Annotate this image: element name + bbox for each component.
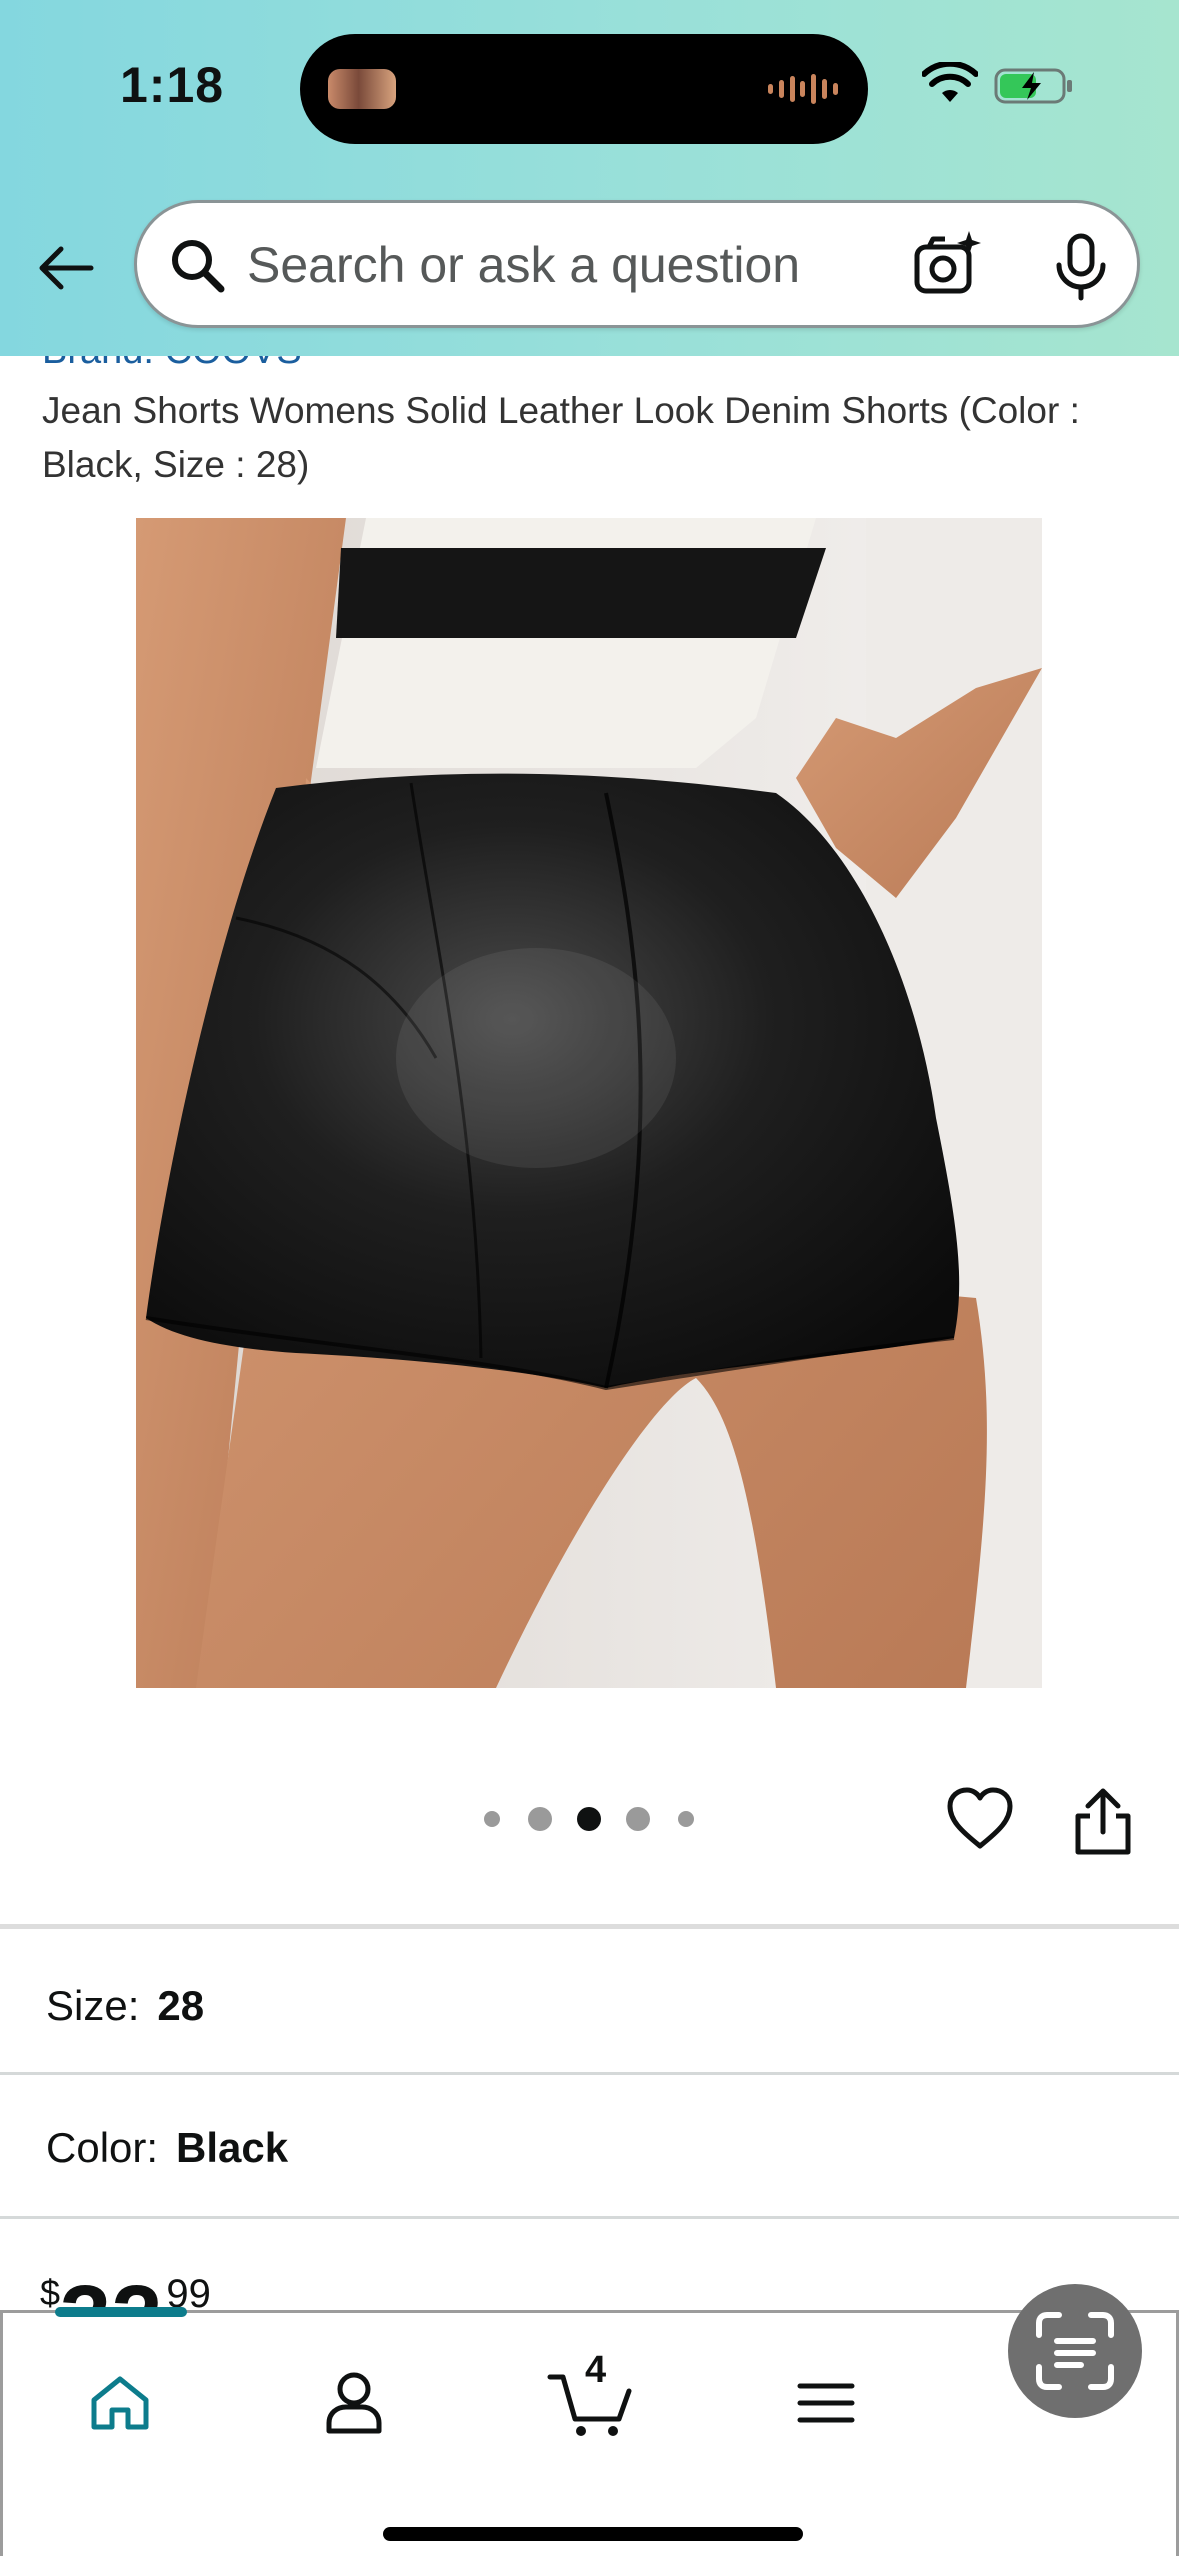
price-whole: 32 (60, 2272, 162, 2312)
nav-cart[interactable]: 4 (537, 2349, 647, 2453)
search-input[interactable] (247, 225, 927, 305)
dynamic-island[interactable] (300, 34, 868, 144)
pagination-dot[interactable] (528, 1807, 552, 1831)
share-icon[interactable] (1070, 1786, 1136, 1856)
camera-search-icon[interactable] (911, 229, 983, 301)
price-currency: $ (40, 2272, 61, 2312)
pagination-dot[interactable] (484, 1811, 500, 1827)
color-label: Color: (46, 2124, 159, 2171)
active-tab-indicator (55, 2307, 187, 2317)
heart-icon[interactable] (944, 1784, 1016, 1856)
search-bar[interactable] (134, 200, 1140, 328)
price-fraction: 99 (166, 2272, 211, 2312)
pagination-dot-active[interactable] (577, 1807, 601, 1831)
top-header: 1:18 (0, 0, 1179, 356)
menu-icon (797, 2383, 855, 2423)
size-selector[interactable]: Size: 28 (0, 1936, 1179, 2076)
price: $3299 (40, 2272, 340, 2312)
home-icon (91, 2376, 149, 2430)
product-photo (136, 518, 1042, 1688)
battery-icon (994, 68, 1072, 104)
microphone-icon[interactable] (1049, 233, 1113, 301)
size-value: 28 (157, 1982, 205, 2029)
bottom-navigation: 4 (0, 2307, 1179, 2556)
lens-scan-button[interactable] (1008, 2284, 1142, 2418)
pagination-dot[interactable] (678, 1811, 694, 1827)
nav-home[interactable] (65, 2353, 175, 2453)
section-divider (0, 1924, 1179, 1929)
pagination-dot[interactable] (626, 1807, 650, 1831)
scan-icon (1036, 2312, 1114, 2390)
row-divider (0, 2072, 1179, 2075)
product-image[interactable] (136, 518, 1042, 1688)
audio-wave-icon (768, 70, 838, 108)
product-page: 1:18 Search or ask a question Jean Short… (0, 0, 1179, 2556)
now-playing-thumbnail (328, 69, 396, 109)
image-pagination[interactable] (484, 1804, 704, 1834)
account-icon (326, 2372, 382, 2434)
color-selector[interactable]: Color: Black (0, 2078, 1179, 2218)
size-label: Size: (46, 1982, 140, 2029)
back-button[interactable] (28, 230, 104, 306)
wifi-icon (922, 62, 978, 102)
color-value: Black (176, 2124, 289, 2171)
nav-menu[interactable] (771, 2353, 881, 2453)
status-time: 1:18 (120, 57, 225, 113)
product-title: Jean Shorts Womens Solid Leather Look De… (42, 390, 1080, 485)
row-divider (0, 2216, 1179, 2219)
arrow-left-icon (39, 246, 94, 290)
cart-count-badge: 4 (585, 2349, 607, 2391)
nav-account[interactable] (299, 2353, 409, 2453)
home-gesture-bar[interactable] (383, 2527, 803, 2541)
search-icon (172, 240, 225, 293)
